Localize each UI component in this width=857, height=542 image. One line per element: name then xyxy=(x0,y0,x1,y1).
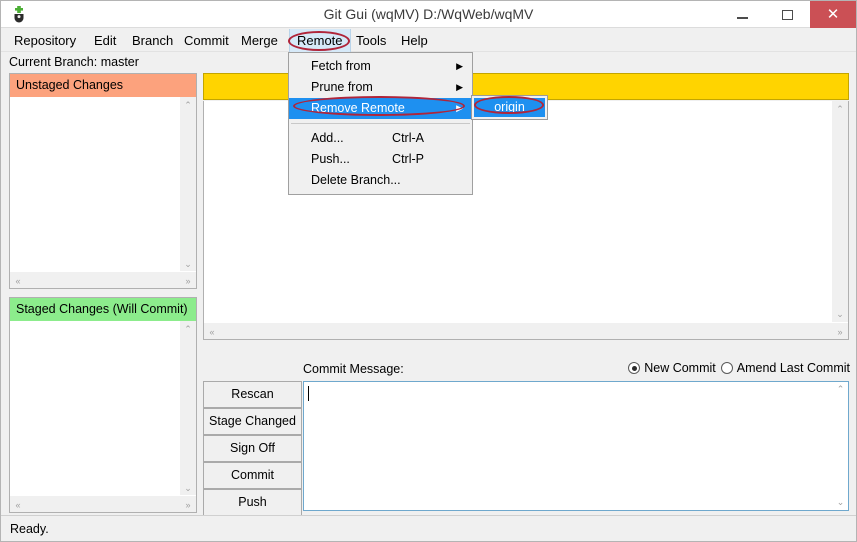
radio-amend-last-commit[interactable]: Amend Last Commit xyxy=(720,361,850,375)
radio-amend-last-commit-label: Amend Last Commit xyxy=(736,361,850,375)
minimize-button[interactable] xyxy=(720,1,765,28)
scroll-down-icon[interactable]: ⌄ xyxy=(180,480,196,496)
unstaged-vertical-scrollbar[interactable]: ⌃ ⌄ xyxy=(180,97,196,272)
app-window: Git Gui (wqMV) D:/WqWeb/wqMV ✕ Repositor… xyxy=(0,0,857,542)
commit-mode-radio-group: New Commit Amend Last Commit xyxy=(628,361,850,375)
menu-item-label: Push... xyxy=(311,152,350,166)
scroll-up-icon[interactable]: ⌃ xyxy=(180,321,196,337)
staged-changes-header: Staged Changes (Will Commit) xyxy=(10,298,196,321)
scroll-right-icon[interactable]: » xyxy=(832,323,848,340)
staged-changes-panel: Staged Changes (Will Commit) ⌃ ⌄ « » xyxy=(9,297,197,513)
status-bar: Ready. xyxy=(1,515,856,541)
menu-tools[interactable]: Tools xyxy=(349,29,393,52)
minimize-icon xyxy=(737,16,748,19)
action-button-column: Rescan Stage Changed Sign Off Commit Pus… xyxy=(203,381,302,516)
scroll-down-icon[interactable]: ⌄ xyxy=(180,256,196,272)
staged-horizontal-scrollbar[interactable]: « » xyxy=(10,495,196,512)
rescan-button[interactable]: Rescan xyxy=(203,381,302,408)
menu-item-shortcut: Ctrl-P xyxy=(392,152,424,166)
diff-horizontal-scrollbar[interactable]: « » xyxy=(204,322,848,339)
staged-vertical-scrollbar[interactable]: ⌃ ⌄ xyxy=(180,321,196,496)
diff-vertical-scrollbar[interactable]: ⌃ ⌄ xyxy=(832,101,848,322)
unstaged-horizontal-scrollbar[interactable]: « » xyxy=(10,271,196,288)
radio-new-commit-label: New Commit xyxy=(644,361,716,375)
scroll-up-icon[interactable]: ⌃ xyxy=(180,97,196,113)
text-caret xyxy=(308,386,309,401)
menu-bar: Repository Edit Branch Commit Merge Remo… xyxy=(1,29,856,52)
scroll-left-icon[interactable]: « xyxy=(204,323,220,340)
menu-item-shortcut: Ctrl-A xyxy=(392,131,424,145)
menu-merge[interactable]: Merge xyxy=(234,29,285,52)
scroll-left-icon[interactable]: « xyxy=(10,496,26,513)
menu-branch[interactable]: Branch xyxy=(125,29,180,52)
menu-item-delete-branch[interactable]: Delete Branch... xyxy=(289,170,472,191)
menu-item-label: Remove Remote xyxy=(311,101,405,115)
status-message: Ready. xyxy=(10,522,49,536)
title-bar: Git Gui (wqMV) D:/WqWeb/wqMV ✕ xyxy=(1,1,856,28)
menu-item-remove-remote[interactable]: Remove Remote ▶ xyxy=(289,98,472,119)
scroll-right-icon[interactable]: » xyxy=(180,272,196,289)
radio-amend-last-commit-icon[interactable] xyxy=(720,362,733,374)
unstaged-changes-list[interactable] xyxy=(10,97,196,272)
submenu-item-origin[interactable]: origin xyxy=(474,98,545,117)
unstaged-changes-panel: Unstaged Changes ⌃ ⌄ « » xyxy=(9,73,197,289)
scroll-right-icon[interactable]: » xyxy=(180,496,196,513)
remote-dropdown-menu: Fetch from ▶ Prune from ▶ Remove Remote … xyxy=(288,52,473,195)
remote-name-submenu: origin xyxy=(471,95,548,120)
menu-item-label: Delete Branch... xyxy=(311,173,401,187)
commit-button[interactable]: Commit xyxy=(203,462,302,489)
chevron-right-icon: ▶ xyxy=(456,103,463,113)
close-button[interactable]: ✕ xyxy=(810,1,856,28)
menu-help[interactable]: Help xyxy=(394,29,435,52)
current-branch-label: Current Branch: master xyxy=(9,55,139,69)
menu-item-prune-from[interactable]: Prune from ▶ xyxy=(289,77,472,98)
menu-commit[interactable]: Commit xyxy=(177,29,236,52)
scroll-left-icon[interactable]: « xyxy=(10,272,26,289)
scroll-down-icon[interactable]: ⌄ xyxy=(832,306,848,322)
maximize-icon xyxy=(782,9,793,20)
maximize-button[interactable] xyxy=(765,1,810,28)
sign-off-button[interactable]: Sign Off xyxy=(203,435,302,462)
left-column: Unstaged Changes ⌃ ⌄ « » Staged Changes … xyxy=(9,73,197,513)
unstaged-changes-header: Unstaged Changes xyxy=(10,74,196,97)
push-button[interactable]: Push xyxy=(203,489,302,516)
menu-item-label: Fetch from xyxy=(311,59,371,73)
menu-item-add[interactable]: Add... Ctrl-A xyxy=(289,128,472,149)
commit-message-label: Commit Message: xyxy=(303,362,404,376)
menu-item-fetch-from[interactable]: Fetch from ▶ xyxy=(289,56,472,77)
scroll-down-icon[interactable]: ⌄ xyxy=(833,495,848,510)
menu-separator xyxy=(291,123,470,124)
commit-vertical-scrollbar[interactable]: ⌃ ⌄ xyxy=(833,382,848,510)
stage-changed-button[interactable]: Stage Changed xyxy=(203,408,302,435)
menu-repository[interactable]: Repository xyxy=(7,29,83,52)
menu-item-push[interactable]: Push... Ctrl-P xyxy=(289,149,472,170)
close-icon: ✕ xyxy=(826,6,840,23)
scroll-up-icon[interactable]: ⌃ xyxy=(833,382,848,397)
radio-new-commit[interactable]: New Commit xyxy=(628,361,716,375)
menu-remote[interactable]: Remote xyxy=(289,29,351,52)
commit-message-input[interactable]: ⌃ ⌄ xyxy=(303,381,849,511)
menu-edit[interactable]: Edit xyxy=(87,29,123,52)
staged-changes-list[interactable] xyxy=(10,321,196,496)
scroll-up-icon[interactable]: ⌃ xyxy=(832,101,848,117)
menu-item-label: Prune from xyxy=(311,80,373,94)
chevron-right-icon: ▶ xyxy=(456,61,463,71)
menu-item-label: Add... xyxy=(311,131,344,145)
radio-new-commit-icon[interactable] xyxy=(628,362,641,374)
chevron-right-icon: ▶ xyxy=(456,82,463,92)
